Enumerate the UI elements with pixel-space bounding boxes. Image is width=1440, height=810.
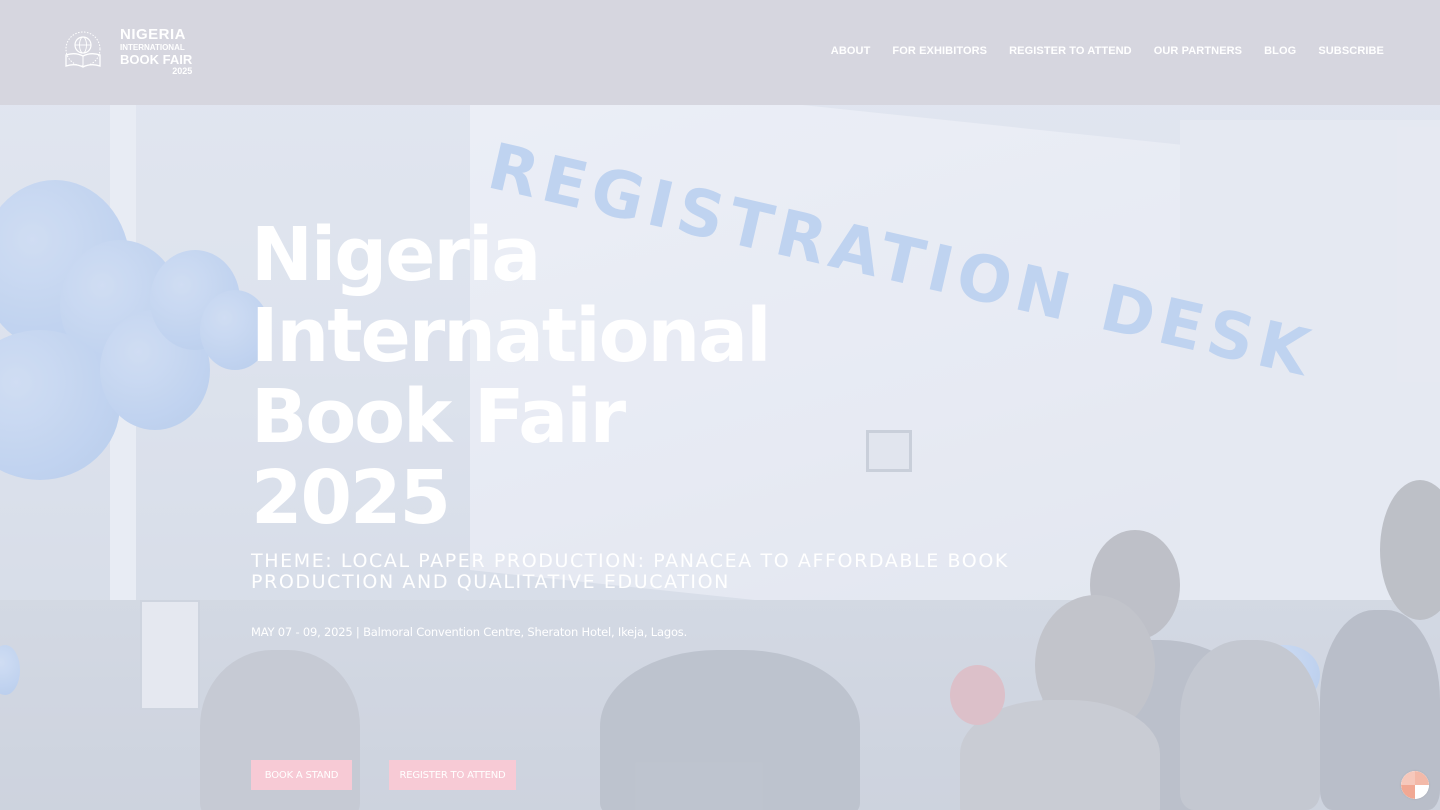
- nav-register-to-attend[interactable]: REGISTER TO ATTEND: [1009, 45, 1132, 57]
- hero-title-line: 2025: [251, 455, 451, 541]
- hero-date-venue: MAY 07 - 09, 2025 | Balmoral Convention …: [251, 625, 688, 639]
- nav-our-partners[interactable]: OUR PARTNERS: [1154, 45, 1242, 57]
- hero-theme: THEME: LOCAL PAPER PRODUCTION: PANACEA T…: [251, 550, 1009, 593]
- hero-title-line: International: [251, 293, 771, 379]
- hero-title-line: Book Fair: [251, 374, 626, 460]
- globe-book-emblem-icon: [50, 28, 116, 74]
- main-nav: ABOUT FOR EXHIBITORS REGISTER TO ATTEND …: [831, 45, 1384, 57]
- logo-line-international: INTERNATIONAL: [120, 42, 185, 52]
- logo-line-book-fair: BOOK FAIR: [120, 51, 193, 67]
- nav-subscribe[interactable]: SUBSCRIBE: [1318, 45, 1384, 57]
- logo-line-year: 2025: [172, 65, 193, 76]
- chat-widget-icon[interactable]: [1401, 771, 1429, 799]
- book-a-stand-button[interactable]: BOOK A STAND: [251, 760, 352, 790]
- site-header: NIGERIA INTERNATIONAL BOOK FAIR 2025 ABO…: [0, 0, 1440, 105]
- site-logo[interactable]: NIGERIA INTERNATIONAL BOOK FAIR 2025: [50, 26, 200, 76]
- register-to-attend-button[interactable]: REGISTER TO ATTEND: [389, 760, 516, 790]
- hero-title-line: Nigeria: [251, 212, 541, 298]
- nav-blog[interactable]: BLOG: [1264, 45, 1296, 57]
- nav-about[interactable]: ABOUT: [831, 45, 871, 57]
- hero-title: Nigeria International Book Fair 2025: [251, 215, 951, 539]
- logo-line-nigeria: NIGERIA: [120, 25, 187, 43]
- nav-for-exhibitors[interactable]: FOR EXHIBITORS: [892, 45, 987, 57]
